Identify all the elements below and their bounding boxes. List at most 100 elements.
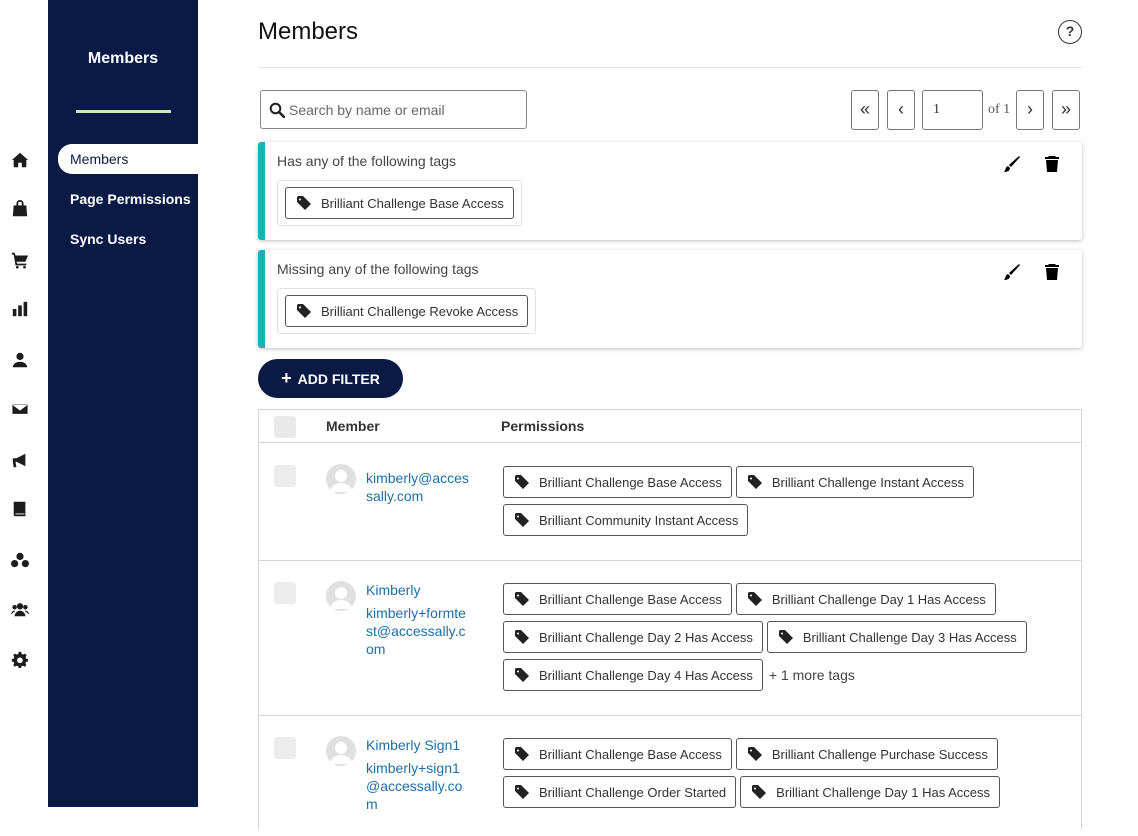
filter-tag-box: Brilliant Challenge Base Access: [277, 180, 522, 226]
community-icon[interactable]: [10, 599, 30, 619]
row-checkbox[interactable]: [274, 582, 296, 604]
tag-chip: Brilliant Challenge Base Access: [503, 738, 732, 770]
tag-chip: Brilliant Challenge Day 2 Has Access: [503, 621, 763, 653]
sidebar-item-sync-users[interactable]: Sync Users: [58, 224, 198, 254]
more-tags-link[interactable]: + 1 more tags: [769, 667, 855, 683]
store-icon[interactable]: [10, 199, 30, 219]
tag-icon: [752, 785, 767, 799]
table-header: Member Permissions: [259, 410, 1081, 443]
tag-label: Brilliant Challenge Base Access: [539, 474, 722, 490]
home-icon[interactable]: [10, 150, 30, 170]
tag-chip: Brilliant Challenge Revoke Access: [285, 295, 529, 327]
icon-rail: [0, 0, 48, 807]
sidebar-item-members[interactable]: Members: [58, 144, 198, 174]
column-header-permissions: Permissions: [501, 418, 585, 434]
tag-chip: Brilliant Challenge Day 1 Has Access: [740, 776, 1001, 808]
table-row: Kimberly Sign1 kimberly+sign1@accessally…: [259, 716, 1081, 836]
next-page-button[interactable]: ›: [1016, 90, 1044, 130]
member-name-link[interactable]: Kimberly: [366, 581, 420, 599]
tag-label: Brilliant Challenge Base Access: [539, 591, 722, 607]
chart-icon[interactable]: [10, 299, 30, 319]
groups-icon[interactable]: [10, 550, 30, 570]
tag-chip: Brilliant Challenge Day 3 Has Access: [766, 621, 1027, 653]
megaphone-icon[interactable]: [10, 450, 30, 470]
tag-icon: [778, 630, 793, 644]
tag-icon: [297, 196, 311, 210]
plus-icon: +: [281, 368, 292, 388]
tag-chip: Brilliant Challenge Day 1 Has Access: [735, 583, 996, 615]
tag-label: Brilliant Community Instant Access: [539, 512, 739, 528]
tag-label: Brilliant Challenge Purchase Success: [771, 746, 988, 762]
gear-icon[interactable]: [10, 650, 30, 670]
member-email-link[interactable]: kimberly+sign1@accessally.com: [366, 759, 471, 813]
filter-card: Missing any of the following tags Brilli…: [258, 250, 1082, 348]
search-box: [260, 90, 527, 129]
member-email-link[interactable]: kimberly+formtest@accessally.com: [366, 604, 471, 658]
add-filter-label: ADD FILTER: [297, 371, 380, 387]
column-header-member: Member: [326, 418, 380, 434]
add-filter-button[interactable]: + ADD FILTER: [258, 359, 403, 398]
table-row: kimberly@accessally.com Brilliant Challe…: [259, 444, 1081, 561]
sidebar-title: Members: [87, 50, 159, 67]
tag-label: Brilliant Challenge Base Access: [321, 195, 504, 211]
filter-card: Has any of the following tags Brilliant …: [258, 142, 1082, 240]
tag-label: Brilliant Challenge Day 1 Has Access: [776, 784, 991, 800]
search-icon: [269, 102, 285, 118]
table-row: Kimberly kimberly+formtest@accessally.co…: [259, 561, 1081, 716]
tag-label: Brilliant Challenge Day 3 Has Access: [802, 629, 1017, 645]
tag-label: Brilliant Challenge Day 1 Has Access: [771, 591, 986, 607]
sidebar-title-underline: [76, 110, 171, 113]
member-name-link[interactable]: Kimberly Sign1: [366, 736, 460, 754]
tag-chip: Brilliant Challenge Base Access: [503, 466, 732, 498]
permission-tags: Brilliant Challenge Base Access Brillian…: [503, 738, 1063, 808]
tag-label: Brilliant Challenge Order Started: [539, 784, 727, 800]
filter-label: Has any of the following tags: [277, 153, 456, 169]
last-page-button[interactable]: »: [1052, 90, 1080, 130]
tag-chip: Brilliant Challenge Order Started: [503, 776, 737, 808]
row-checkbox[interactable]: [274, 465, 296, 487]
tag-chip: Brilliant Challenge Base Access: [285, 187, 514, 219]
book-icon[interactable]: [10, 499, 30, 519]
search-input[interactable]: [289, 91, 519, 128]
tag-label: Brilliant Challenge Day 2 Has Access: [539, 629, 753, 645]
avatar: [326, 581, 356, 611]
page-count-label: of 1: [988, 102, 1011, 117]
first-page-button[interactable]: «: [851, 90, 879, 130]
member-email-link[interactable]: kimberly@accessally.com: [366, 469, 471, 505]
delete-filter-icon[interactable]: [1044, 155, 1060, 173]
user-icon[interactable]: [10, 350, 30, 370]
tag-chip: Brilliant Challenge Base Access: [503, 583, 732, 615]
tag-chip: Brilliant Challenge Purchase Success: [735, 738, 998, 770]
tag-label: Brilliant Challenge Revoke Access: [321, 303, 519, 319]
tag-icon: [515, 592, 529, 606]
select-all-checkbox[interactable]: [274, 416, 296, 438]
row-checkbox[interactable]: [274, 737, 296, 759]
tag-icon: [297, 304, 311, 318]
tag-icon: [747, 475, 762, 489]
permission-tags: Brilliant Challenge Base Access Brillian…: [503, 583, 1063, 691]
permission-tags: Brilliant Challenge Base Access Brillian…: [503, 466, 1063, 536]
tag-chip: Brilliant Challenge Day 4 Has Access: [503, 659, 763, 691]
header-divider: [258, 67, 1082, 68]
tag-icon: [515, 785, 529, 799]
sidebar-item-page-permissions[interactable]: Page Permissions: [58, 184, 198, 214]
tag-label: Brilliant Challenge Base Access: [539, 746, 722, 762]
members-table: Member Permissions kimberly@accessally.c…: [258, 409, 1082, 829]
prev-page-button[interactable]: ‹: [887, 90, 915, 130]
tag-icon: [515, 513, 529, 527]
mail-icon[interactable]: [10, 399, 30, 419]
filter-label: Missing any of the following tags: [277, 261, 479, 277]
edit-filter-icon[interactable]: [1003, 155, 1021, 173]
help-icon[interactable]: ?: [1058, 20, 1082, 44]
delete-filter-icon[interactable]: [1044, 263, 1060, 281]
tag-icon: [515, 475, 529, 489]
edit-filter-icon[interactable]: [1003, 263, 1021, 281]
filter-tag-box: Brilliant Challenge Revoke Access: [277, 288, 537, 334]
tag-icon: [747, 747, 762, 761]
page-number-input[interactable]: [922, 90, 983, 130]
sidebar: Members Members Page Permissions Sync Us…: [48, 0, 198, 807]
tag-icon: [515, 668, 529, 682]
cart-icon[interactable]: [10, 250, 30, 270]
tag-chip: Brilliant Community Instant Access: [503, 504, 749, 536]
avatar: [326, 464, 356, 494]
